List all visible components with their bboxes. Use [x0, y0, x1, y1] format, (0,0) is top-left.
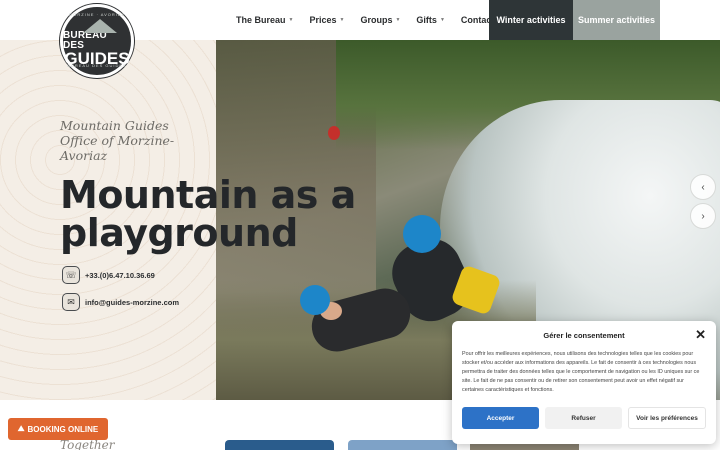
nav-item-prices[interactable]: Prices ▼ — [309, 15, 344, 25]
main-nav: The Bureau ▼ Prices ▼ Groups ▼ Gifts ▼ Conta… — [236, 0, 518, 40]
photo-client-helmet — [300, 285, 330, 315]
nav-label: Gifts — [416, 15, 437, 25]
email-icon: ✉ — [62, 293, 80, 311]
logo-top-text: MORZINE · AVORIAZ — [68, 12, 126, 17]
nav-label: The Bureau — [236, 15, 286, 25]
site-logo[interactable]: MORZINE · AVORIAZ BUREAU DES GUIDES BURE… — [60, 4, 134, 78]
logo-line-1: BUREAU DES — [63, 30, 107, 51]
slider-prev-button[interactable]: ‹ — [690, 174, 716, 200]
preferences-button[interactable]: Voir les préférences — [628, 407, 706, 429]
refuse-button[interactable]: Refuser — [545, 407, 622, 429]
phone-contact[interactable]: ☏ +33.(0)6.47.10.36.69 — [62, 266, 155, 284]
slider-next-button[interactable]: › — [690, 203, 716, 229]
nav-label: Prices — [309, 15, 337, 25]
booking-online-button[interactable]: ⛰ BOOKING ONLINE — [8, 418, 108, 440]
hero-headline: Mountain as a playground — [60, 176, 360, 252]
cookie-consent-dialog: Gérer le consentement ✕ Pour offrir les … — [452, 321, 716, 444]
booking-label: BOOKING ONLINE — [27, 424, 99, 434]
accept-button[interactable]: Accepter — [462, 407, 539, 429]
consent-title: Gérer le consentement — [543, 331, 625, 340]
summer-activities-button[interactable]: Summer activities — [573, 0, 660, 40]
chevron-down-icon: ▼ — [395, 17, 401, 23]
chevron-down-icon: ▼ — [339, 17, 345, 23]
logo-bottom-text: BUREAU DES GUIDES — [67, 63, 127, 68]
chevron-down-icon: ▼ — [439, 17, 445, 23]
nav-item-gifts[interactable]: Gifts ▼ — [416, 15, 444, 25]
hero-tagline: Mountain Guides Office of Morzine-Avoria… — [60, 118, 175, 163]
activity-card[interactable] — [348, 440, 457, 450]
consent-body: Pour offrir les meilleures expériences, … — [462, 351, 700, 394]
mountain-icon — [83, 19, 117, 33]
chevron-right-icon: › — [701, 210, 705, 222]
phone-icon: ☏ — [62, 266, 80, 284]
activity-card[interactable] — [225, 440, 334, 450]
email-address: info@guides-morzine.com — [85, 297, 179, 307]
nav-label: Groups — [360, 15, 393, 25]
nav-item-groups[interactable]: Groups ▼ — [360, 15, 400, 25]
phone-number: +33.(0)6.47.10.36.69 — [85, 270, 155, 280]
photo-distant-climber — [328, 126, 340, 140]
nav-item-the-bureau[interactable]: The Bureau ▼ — [236, 15, 293, 25]
mountain-icon: ⛰ — [17, 424, 25, 433]
email-contact[interactable]: ✉ info@guides-morzine.com — [62, 293, 179, 311]
hero-headline-line-2: playground — [60, 211, 298, 255]
winter-activities-button[interactable]: Winter activities — [489, 0, 573, 40]
photo-guide-helmet — [403, 215, 441, 253]
chevron-down-icon: ▼ — [288, 17, 294, 23]
close-icon[interactable]: ✕ — [695, 327, 706, 343]
hero-headline-line-1: Mountain as a — [60, 173, 356, 217]
chevron-left-icon: ‹ — [701, 181, 705, 193]
